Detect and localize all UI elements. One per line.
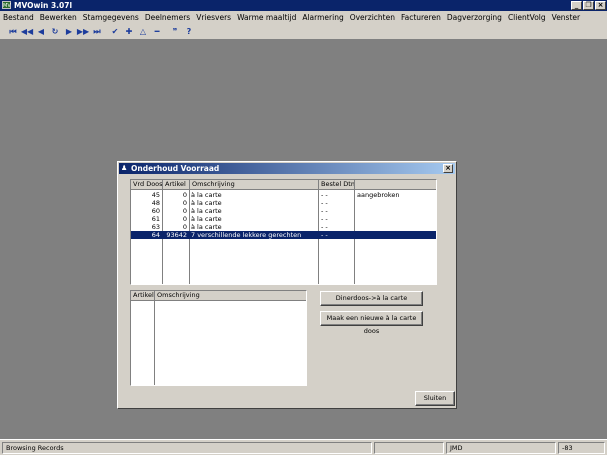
table-row[interactable]: 60 0 à la carte - - (131, 207, 436, 215)
menu-bewerken[interactable]: Bewerken (40, 13, 77, 22)
cell-artikel: 0 (182, 215, 187, 223)
cell-bestel-dtm: - - (321, 207, 328, 215)
status-code: -83 (558, 442, 605, 454)
menu-overzichten[interactable]: Overzichten (350, 13, 395, 22)
minimize-icon[interactable]: _ (571, 1, 582, 10)
cell-vrd-doos: 60 (151, 207, 160, 215)
table-row-selected[interactable]: 64 93642 7 verschillende lekkere gerecht… (131, 231, 436, 239)
menu-vriesvers[interactable]: Vriesvers (196, 13, 231, 22)
cell-artikel: 0 (182, 199, 187, 207)
table-row[interactable]: 45 0 à la carte - - aangebroken (131, 191, 436, 199)
toolbar: ⏮ ◀◀ ◀ ↻ ▶ ▶▶ ⏭ ✔ ✚ △ ━ ❞ ? (0, 24, 607, 40)
help-icon[interactable]: ? (182, 27, 196, 36)
menubar: Bestand Bewerken Stamgegevens Deelnemers… (0, 11, 607, 24)
app-icon: MV (2, 1, 11, 9)
menu-clientvolg[interactable]: ClientVolg (508, 13, 546, 22)
menu-venster[interactable]: Venster (552, 13, 580, 22)
col-header-bestel-dtm[interactable]: Bestel Dtm (319, 180, 355, 190)
artikel-grid[interactable]: Artikel Omschrijving (130, 290, 307, 386)
close-icon[interactable]: × (595, 1, 606, 10)
sluiten-button[interactable]: Sluiten (415, 391, 455, 406)
menu-bestand[interactable]: Bestand (3, 13, 34, 22)
voorraad-grid[interactable]: Vrd Doos Artikel Omschrijving Bestel Dtm… (130, 179, 437, 285)
cell-omschrijving: 7 verschillende lekkere gerechten (191, 231, 302, 239)
menu-factureren[interactable]: Factureren (401, 13, 441, 22)
menu-deelnemers[interactable]: Deelnemers (145, 13, 190, 22)
add-icon[interactable]: ✚ (122, 27, 136, 36)
dialog-app-icon: ♟ (121, 164, 128, 172)
cell-bestel-dtm: - - (321, 215, 328, 223)
col-header-vrd-doos[interactable]: Vrd Doos (131, 180, 163, 190)
onderhoud-voorraad-dialog: ♟ Onderhoud Voorraad × Vrd Doos Artikel … (117, 161, 457, 409)
cell-vrd-doos: 61 (151, 215, 160, 223)
cell-extra (357, 231, 435, 239)
status-user: JMD (446, 442, 556, 454)
cell-extra (357, 223, 435, 231)
col-header-artikel[interactable]: Artikel (163, 180, 190, 190)
dinerdoos-button[interactable]: Dinerdoos->à la carte (320, 291, 423, 306)
quote-icon[interactable]: ❞ (168, 27, 182, 36)
dialog-title: Onderhoud Voorraad (131, 164, 220, 173)
prev-page-icon[interactable]: ◀◀ (20, 27, 34, 36)
prev-record-icon[interactable]: ◀ (34, 27, 48, 36)
cell-artikel: 0 (182, 191, 187, 199)
window-controls: _ ❐ × (571, 1, 606, 10)
dialog-close-icon[interactable]: × (443, 164, 453, 173)
menu-stamgegevens[interactable]: Stamgegevens (83, 13, 139, 22)
table-row[interactable]: 61 0 à la carte - - (131, 215, 436, 223)
statusbar: Browsing Records JMD -83 (0, 439, 607, 455)
edit-icon[interactable]: △ (136, 27, 150, 36)
cell-extra (357, 199, 435, 207)
col-divider (154, 301, 155, 385)
cell-omschrijving: à la carte (191, 191, 222, 199)
next-page-icon[interactable]: ▶▶ (76, 27, 90, 36)
dialog-titlebar: ♟ Onderhoud Voorraad × (119, 163, 455, 174)
cell-extra (357, 207, 435, 215)
next-record-icon[interactable]: ▶ (62, 27, 76, 36)
cell-bestel-dtm: - - (321, 191, 328, 199)
refresh-icon[interactable]: ↻ (48, 27, 62, 36)
delete-icon[interactable]: ━ (150, 27, 164, 36)
cell-artikel: 0 (182, 223, 187, 231)
table-row[interactable]: 48 0 à la carte - - (131, 199, 436, 207)
app-title: MVOwin 3.07l (14, 1, 73, 10)
status-mode: Browsing Records (2, 442, 372, 454)
restore-icon[interactable]: ❐ (583, 1, 594, 10)
confirm-icon[interactable]: ✔ (108, 27, 122, 36)
cell-bestel-dtm: - - (321, 231, 328, 239)
cell-artikel: 93642 (166, 231, 187, 239)
cell-bestel-dtm: - - (321, 223, 328, 231)
col-header-omschrijving[interactable]: Omschrijving (190, 180, 319, 190)
menu-warme-maaltijd[interactable]: Warme maaltijd (237, 13, 296, 22)
status-panel-empty (374, 442, 444, 454)
cell-omschrijving: à la carte (191, 199, 222, 207)
cell-omschrijving: à la carte (191, 215, 222, 223)
cell-bestel-dtm: - - (321, 199, 328, 207)
app-titlebar: MV MVOwin 3.07l _ ❐ × (0, 0, 607, 11)
cell-extra: aangebroken (357, 191, 400, 199)
col-header-artikel[interactable]: Artikel (131, 291, 155, 301)
menu-dagverzorging[interactable]: Dagverzorging (447, 13, 502, 22)
cell-artikel: 0 (182, 207, 187, 215)
cell-omschrijving: à la carte (191, 223, 222, 231)
col-header-omschrijving[interactable]: Omschrijving (155, 291, 306, 301)
menu-alarmering[interactable]: Alarmering (302, 13, 343, 22)
maak-nieuwe-doos-button[interactable]: Maak een nieuwe à la carte doos (320, 311, 423, 335)
cell-omschrijving: à la carte (191, 207, 222, 215)
last-record-icon[interactable]: ⏭ (90, 27, 104, 37)
cell-vrd-doos: 63 (151, 223, 160, 231)
cell-vrd-doos: 45 (151, 191, 160, 199)
table-row[interactable]: 63 0 à la carte - - (131, 223, 436, 231)
cell-vrd-doos: 64 (151, 231, 160, 239)
first-record-icon[interactable]: ⏮ (6, 27, 20, 37)
cell-vrd-doos: 48 (151, 199, 160, 207)
cell-extra (357, 215, 435, 223)
col-header-extra[interactable] (355, 180, 436, 190)
